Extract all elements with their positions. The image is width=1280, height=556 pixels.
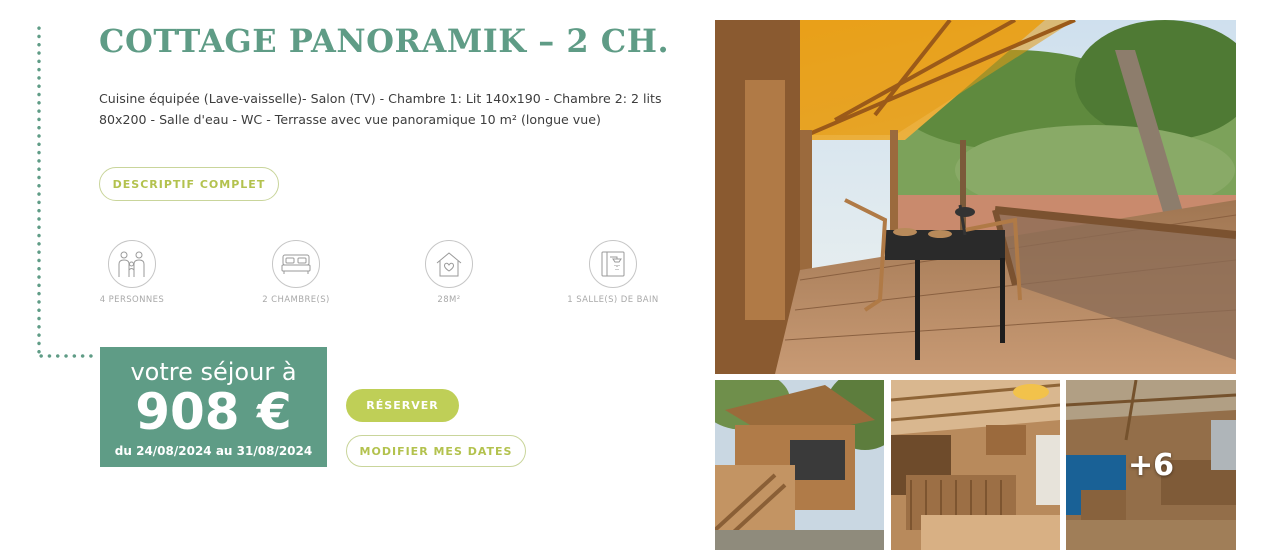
cottage-description: Cuisine équipée (Lave-vaisselle)- Salon … [99, 91, 662, 127]
feature-bedrooms: 2 CHAMBRE(S) [226, 240, 366, 305]
feature-label: 28M² [437, 295, 461, 305]
full-description-button[interactable]: DESCRIPTIF COMPLET [99, 167, 279, 201]
book-button[interactable]: RÉSERVER [346, 389, 459, 422]
stay-dates: du 24/08/2024 au 31/08/2024 [114, 444, 313, 458]
more-photos-count: +6 [1127, 447, 1174, 483]
dotted-line-horizontal [37, 354, 93, 358]
main-photo[interactable] [715, 20, 1236, 374]
dotted-line-vertical [37, 24, 41, 358]
bed-icon [272, 240, 320, 288]
change-dates-button[interactable]: MODIFIER MES DATES [346, 435, 526, 467]
gallery-thumbnail-living-room[interactable]: +6 [1066, 380, 1236, 550]
feature-persons: 4 PERSONNES [62, 240, 202, 305]
price-value: 908 € [135, 383, 292, 441]
feature-label: 1 SALLE(S) DE BAIN [567, 295, 659, 305]
shower-icon [589, 240, 637, 288]
feature-label: 4 PERSONNES [99, 295, 165, 305]
feature-surface: 28M² [379, 240, 519, 305]
gallery-thumbnail-kitchen[interactable] [891, 380, 1060, 550]
gallery-thumbnail-exterior[interactable] [715, 380, 884, 550]
stay-label: votre séjour à [130, 358, 297, 386]
feature-label: 2 CHAMBRE(S) [262, 295, 330, 305]
cottage-title: COTTAGE PANORAMIK – 2 CH. [99, 22, 670, 60]
family-icon [108, 240, 156, 288]
feature-bathrooms: 1 SALLE(S) DE BAIN [543, 240, 683, 305]
price-box: votre séjour à 908 € du 24/08/2024 au 31… [100, 347, 327, 467]
house-heart-icon [425, 240, 473, 288]
